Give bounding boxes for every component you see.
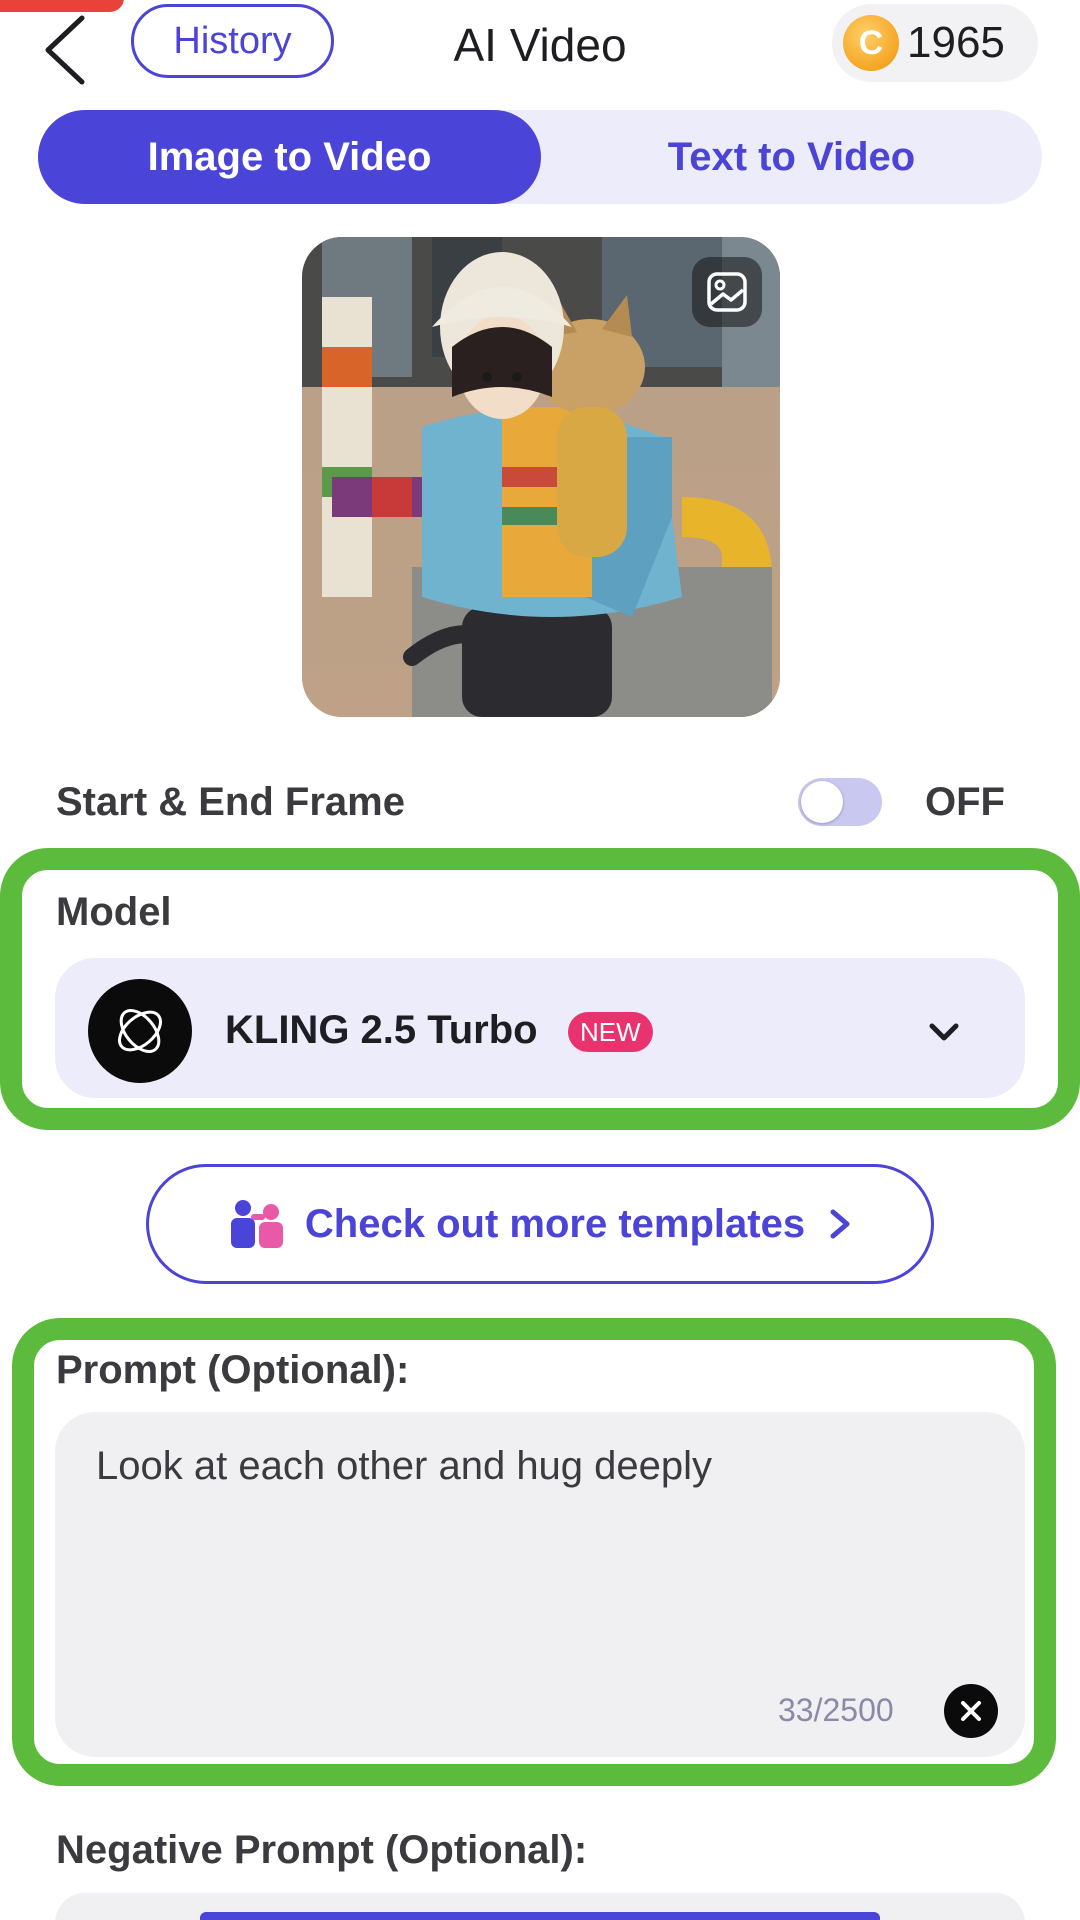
templates-label: Check out more templates bbox=[304, 1201, 806, 1246]
page-title: AI Video bbox=[453, 19, 627, 71]
model-dropdown[interactable] bbox=[55, 958, 1025, 1098]
coin-count: 1965 bbox=[907, 18, 1005, 67]
toggle-knob bbox=[801, 781, 843, 823]
close-icon bbox=[961, 1701, 981, 1721]
chevron-down-icon[interactable] bbox=[922, 1012, 966, 1052]
kling-logo-icon bbox=[88, 979, 192, 1083]
coin-balance[interactable]: C 1965 bbox=[832, 4, 1038, 82]
chevron-left-icon bbox=[45, 15, 85, 85]
start-end-frame-label: Start & End Frame bbox=[56, 780, 405, 824]
model-label: Model bbox=[56, 890, 172, 934]
negative-prompt-label: Negative Prompt (Optional): bbox=[56, 1828, 588, 1872]
templates-icon bbox=[230, 1200, 283, 1248]
new-badge: NEW bbox=[568, 1012, 653, 1052]
tab-text-to-video[interactable]: Text to Video bbox=[541, 110, 1042, 204]
toggle-state-text: OFF bbox=[925, 780, 1005, 824]
mode-switch: Image to Video Text to Video bbox=[38, 110, 1042, 204]
character-counter: 33/2500 bbox=[778, 1692, 894, 1728]
check-templates-button[interactable]: Check out more templates bbox=[146, 1164, 934, 1284]
floating-action-bar[interactable] bbox=[200, 1912, 880, 1920]
tab-image-to-video[interactable]: Image to Video bbox=[38, 110, 541, 204]
history-button[interactable]: History bbox=[131, 4, 334, 78]
prompt-label: Prompt (Optional): bbox=[56, 1348, 410, 1392]
back-button[interactable] bbox=[30, 10, 100, 90]
clear-prompt-button[interactable] bbox=[944, 1684, 998, 1738]
chevron-right-icon bbox=[830, 1209, 850, 1239]
start-end-frame-toggle[interactable] bbox=[798, 778, 882, 826]
image-icon bbox=[707, 272, 747, 312]
change-image-button[interactable] bbox=[692, 257, 762, 327]
prompt-text: Look at each other and hug deeply bbox=[96, 1444, 713, 1488]
coin-icon: C bbox=[843, 15, 899, 71]
model-name: KLING 2.5 Turbo bbox=[225, 1008, 538, 1052]
